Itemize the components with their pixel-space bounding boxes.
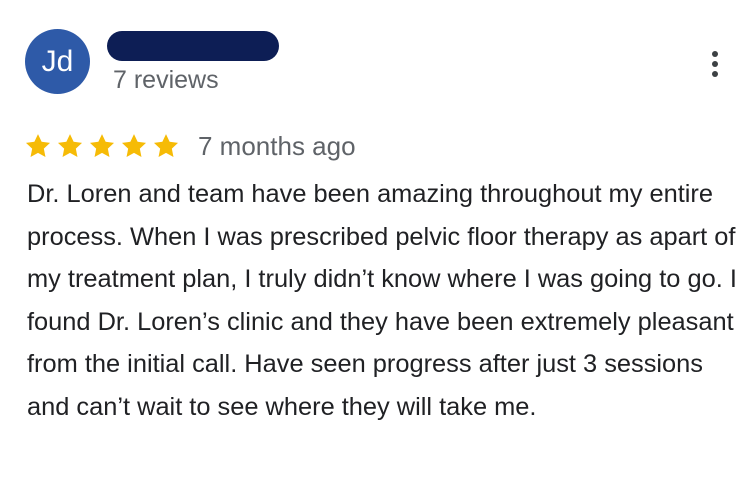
- star-icon: [57, 134, 83, 157]
- reviewer-name-redacted[interactable]: [107, 31, 279, 61]
- more-vert-icon: [712, 51, 718, 57]
- rating-row: 7 months ago: [24, 128, 356, 164]
- star-icon: [121, 134, 147, 157]
- star-icon: [153, 134, 179, 157]
- review-text: Dr. Loren and team have been amazing thr…: [27, 180, 737, 421]
- review-count[interactable]: 7 reviews: [113, 64, 219, 96]
- more-options-button[interactable]: [700, 44, 730, 84]
- review-time: 7 months ago: [198, 131, 356, 161]
- star-rating: [24, 132, 180, 160]
- avatar[interactable]: Jd: [25, 29, 90, 94]
- more-vert-icon-dot: [712, 61, 718, 67]
- more-vert-icon-dot: [712, 71, 718, 77]
- star-icon: [25, 134, 51, 157]
- review-card: Jd 7 reviews 7 months ago Dr. Loren and …: [0, 0, 756, 502]
- star-icon: [89, 134, 115, 157]
- avatar-initials: Jd: [41, 44, 74, 78]
